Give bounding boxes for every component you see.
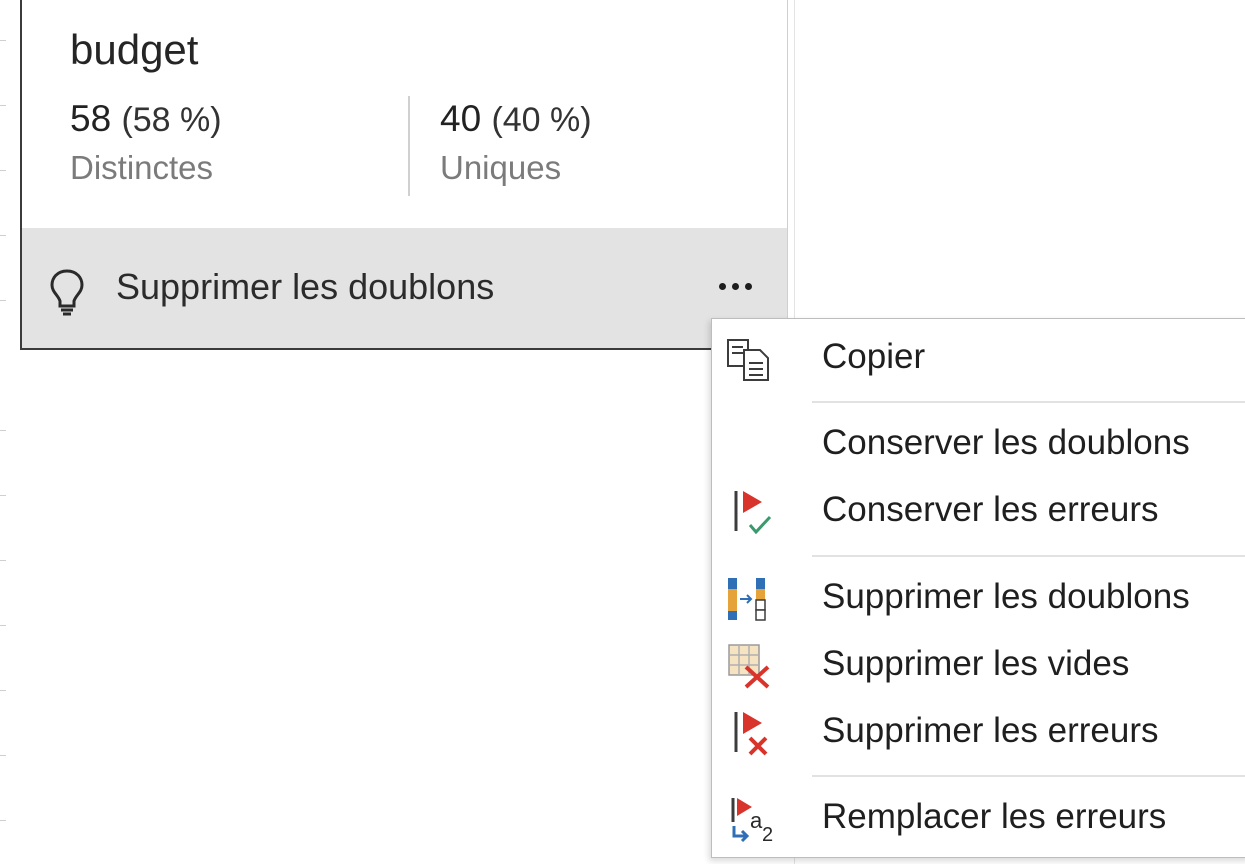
distinct-stat: 58 (58 %) Distinctes	[70, 96, 222, 187]
grid-tick	[0, 820, 6, 821]
suggestion-bar[interactable]: Supprimer les doublons	[22, 228, 787, 348]
column-profile-card: budget 58 (58 %) Distinctes 40 (40 %) Un…	[20, 0, 788, 350]
remove-errors-icon	[734, 712, 768, 756]
menu-item-remove-empty[interactable]: Supprimer les vides	[712, 634, 1245, 696]
grid-tick	[0, 625, 6, 626]
unique-percent: (40 %)	[491, 101, 592, 139]
menu-item-keep-duplicates[interactable]: Conserver les doublons	[712, 413, 1245, 475]
menu-item-label: Remplacer les erreurs	[822, 797, 1167, 836]
menu-item-keep-errors[interactable]: Conserver les erreurs	[712, 480, 1245, 542]
grid-tick	[0, 170, 6, 171]
distinct-percent: (58 %)	[121, 101, 222, 139]
menu-item-copy[interactable]: Copier	[712, 327, 1245, 389]
distinct-value: 58 (58 %)	[70, 96, 222, 143]
menu-item-label: Conserver les doublons	[822, 423, 1190, 462]
grid-tick	[0, 495, 6, 496]
column-name: budget	[70, 26, 199, 73]
distinct-label: Distinctes	[70, 149, 214, 186]
unique-stat: 40 (40 %) Uniques	[440, 96, 592, 187]
ellipsis-icon	[744, 282, 752, 290]
menu-separator	[812, 401, 1245, 403]
grid-tick	[0, 40, 6, 41]
context-menu: Copier Conserver les doublons Conserver …	[711, 318, 1245, 858]
remove-empty-icon	[728, 644, 770, 689]
grid-tick	[0, 105, 6, 106]
menu-item-remove-duplicates[interactable]: Supprimer les doublons	[712, 567, 1245, 629]
grid-tick	[0, 690, 6, 691]
unique-count: 40	[440, 98, 482, 139]
grid-tick	[0, 300, 6, 301]
menu-separator	[812, 555, 1245, 557]
menu-item-label: Supprimer les vides	[822, 644, 1130, 683]
lightbulb-icon	[50, 269, 84, 316]
distinct-count: 58	[70, 98, 112, 139]
unique-label: Uniques	[440, 149, 562, 186]
replace-errors-icon: a 2	[731, 798, 773, 844]
menu-separator	[812, 775, 1245, 777]
unique-value: 40 (40 %)	[440, 96, 592, 143]
grid-tick	[0, 560, 6, 561]
menu-item-replace-errors[interactable]: a 2 Remplacer les erreurs	[712, 787, 1245, 849]
ellipsis-icon	[718, 282, 726, 290]
grid-tick	[0, 430, 6, 431]
ellipsis-icon	[731, 282, 739, 290]
keep-errors-icon	[734, 491, 772, 535]
suggestion-label[interactable]: Supprimer les doublons	[116, 266, 494, 308]
menu-item-label: Supprimer les doublons	[822, 577, 1190, 616]
remove-duplicates-icon	[728, 578, 766, 621]
svg-text:2: 2	[762, 824, 773, 844]
menu-item-label: Conserver les erreurs	[822, 490, 1159, 529]
menu-item-remove-errors[interactable]: Supprimer les erreurs	[712, 701, 1245, 763]
grid-tick	[0, 755, 6, 756]
stat-divider	[408, 96, 410, 196]
more-options-button[interactable]	[708, 266, 762, 306]
copy-icon	[727, 339, 769, 381]
menu-item-label: Supprimer les erreurs	[822, 711, 1159, 750]
grid-tick	[0, 235, 6, 236]
menu-item-label: Copier	[822, 337, 926, 376]
